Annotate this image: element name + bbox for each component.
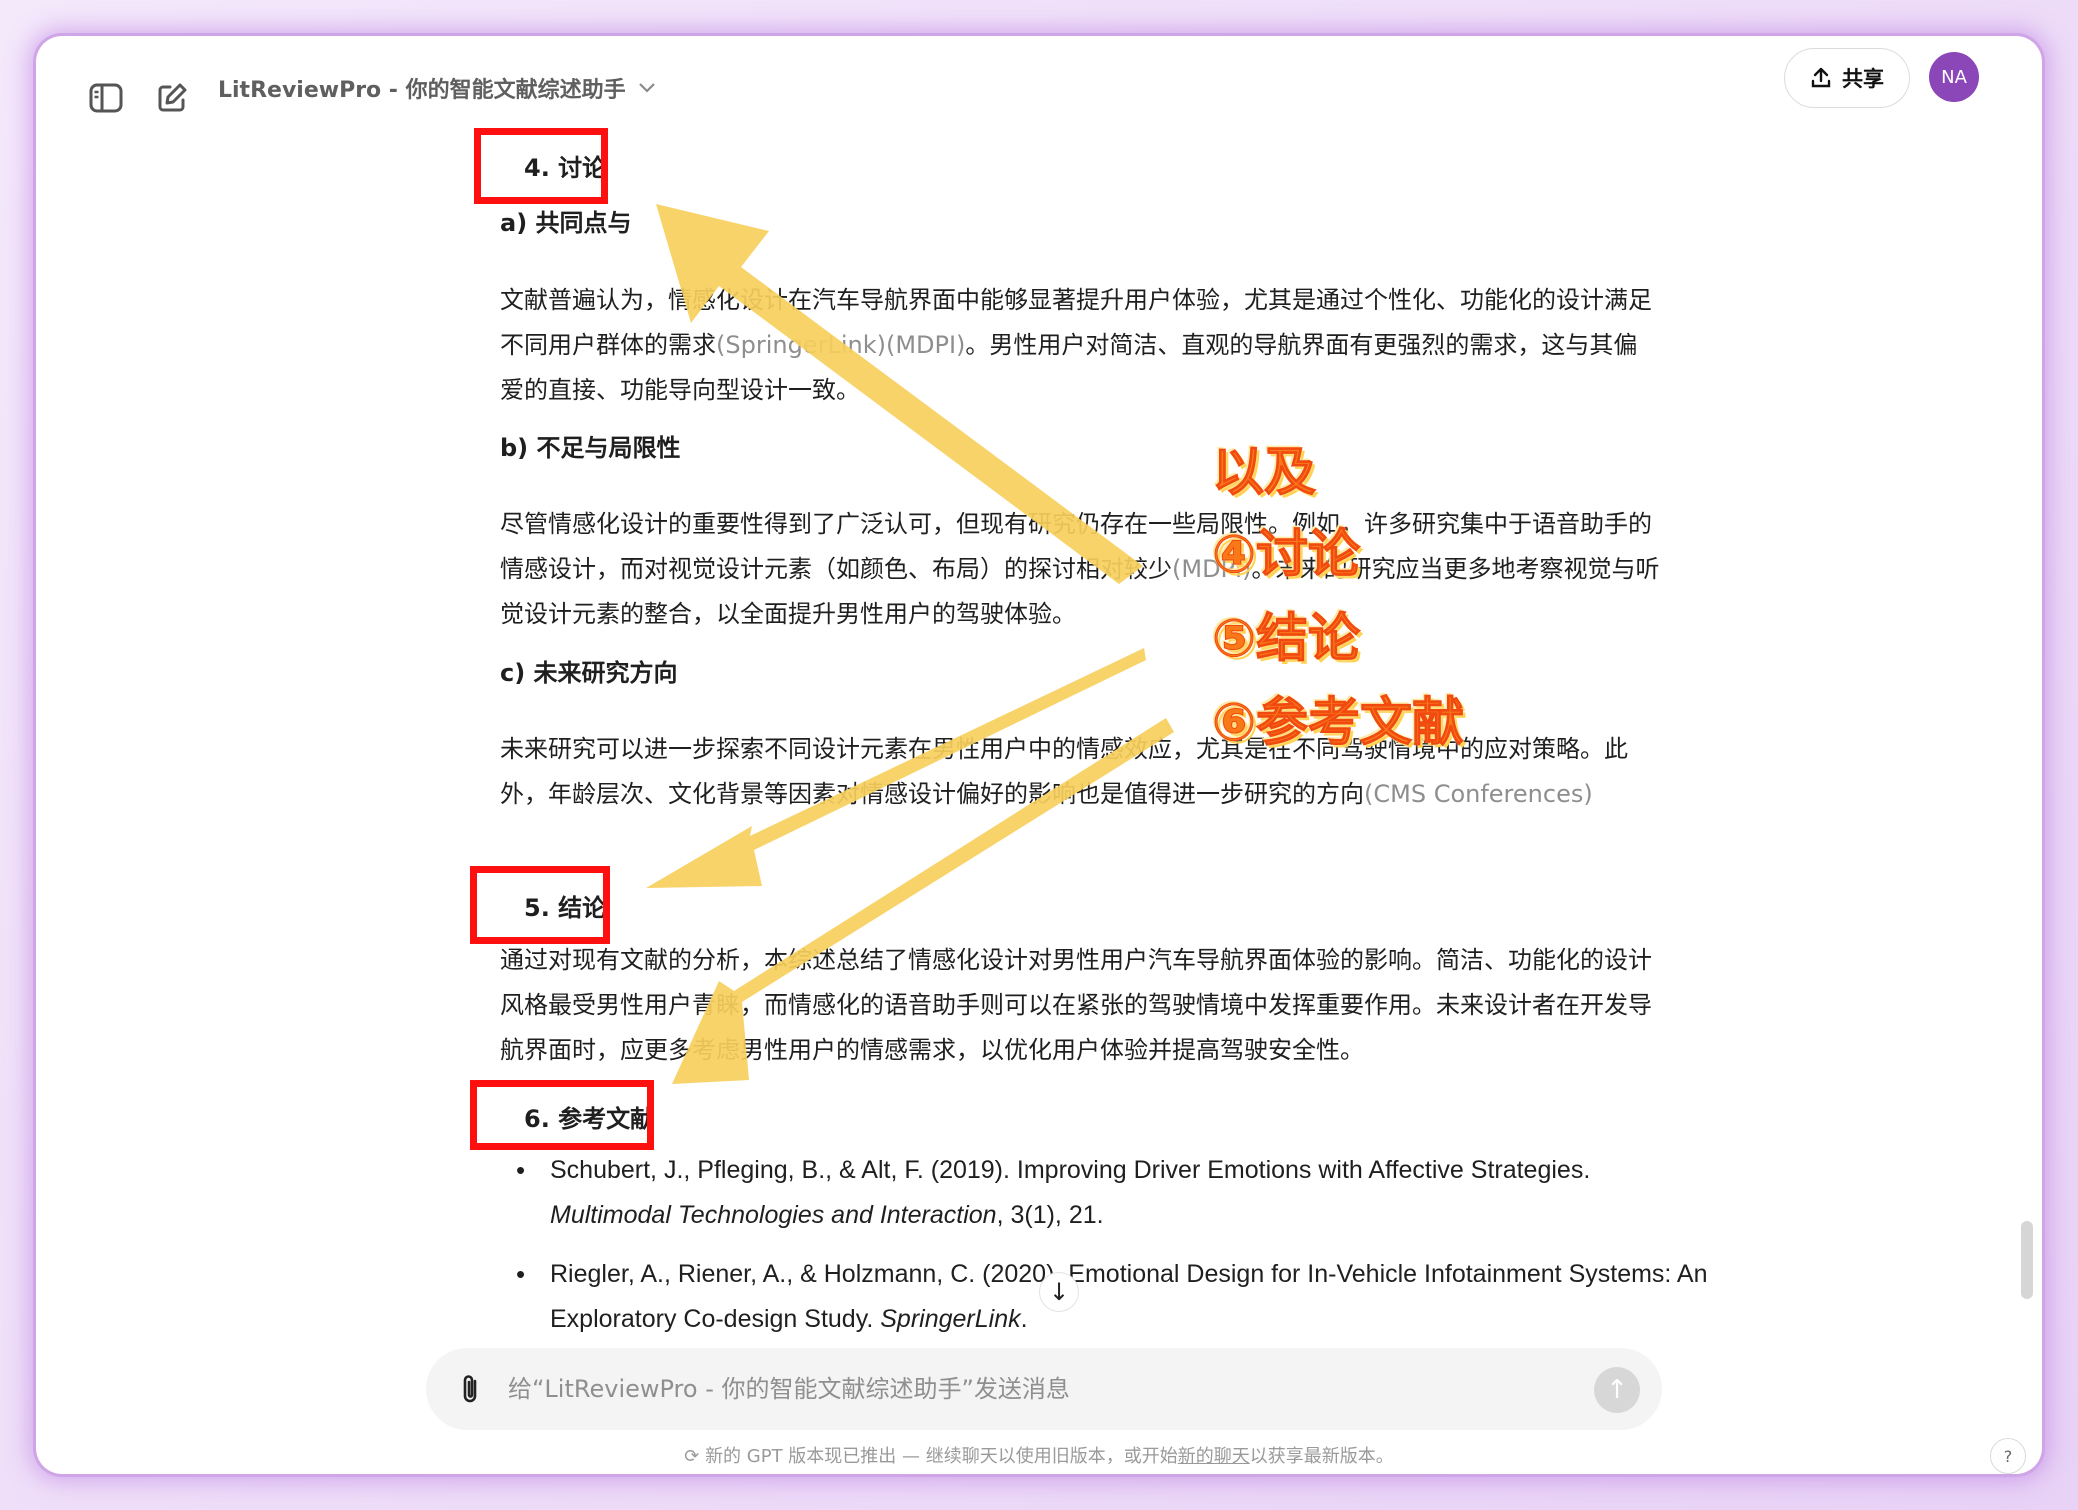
annotation-text-and: 以及 xyxy=(1211,443,1317,504)
arrow-to-discussion xyxy=(656,204,1143,584)
send-arrow-icon[interactable]: ↑ xyxy=(1594,1367,1640,1413)
annotation-text-conclusion: ⑤结论 xyxy=(1211,609,1361,670)
refresh-icon: ⟳ xyxy=(684,1446,706,1467)
attach-paperclip-icon[interactable] xyxy=(450,1368,490,1410)
new-chat-link[interactable]: 新的聊天 xyxy=(1178,1446,1250,1467)
version-notice: ⟳ 新的 GPT 版本现已推出 — 继续聊天以使用旧版本，或开始新的聊天以获享最… xyxy=(36,1442,2042,1468)
message-input[interactable]: 给“LitReviewPro - 你的智能文献综述助手”发送消息 xyxy=(508,1366,1070,1412)
version-notice-tail: 以获享最新版本。 xyxy=(1249,1446,1394,1467)
message-composer: 给“LitReviewPro - 你的智能文献综述助手”发送消息 ↑ xyxy=(426,1348,1662,1430)
scroll-down-arrow-icon[interactable]: ↓ xyxy=(1039,1272,1079,1312)
help-icon[interactable]: ? xyxy=(1990,1438,2026,1474)
annotation-arrows xyxy=(646,204,1174,1084)
scrollbar-thumb[interactable] xyxy=(2021,1221,2033,1299)
annotation-text-discussion: ④讨论 xyxy=(1211,525,1361,586)
version-notice-text: 新的 GPT 版本现已推出 — 继续聊天以使用旧版本，或开始 xyxy=(705,1446,1178,1467)
arrow-to-references xyxy=(672,718,1174,1084)
arrow-to-conclusion xyxy=(646,648,1146,888)
screenshot-frame: LitReviewPro - 你的智能文献综述助手 共享 NA 4. 讨论 a)… xyxy=(0,0,2078,1510)
chat-window: LitReviewPro - 你的智能文献综述助手 共享 NA 4. 讨论 a)… xyxy=(36,36,2042,1474)
annotation-text-references: ⑥参考文献 xyxy=(1211,693,1465,754)
